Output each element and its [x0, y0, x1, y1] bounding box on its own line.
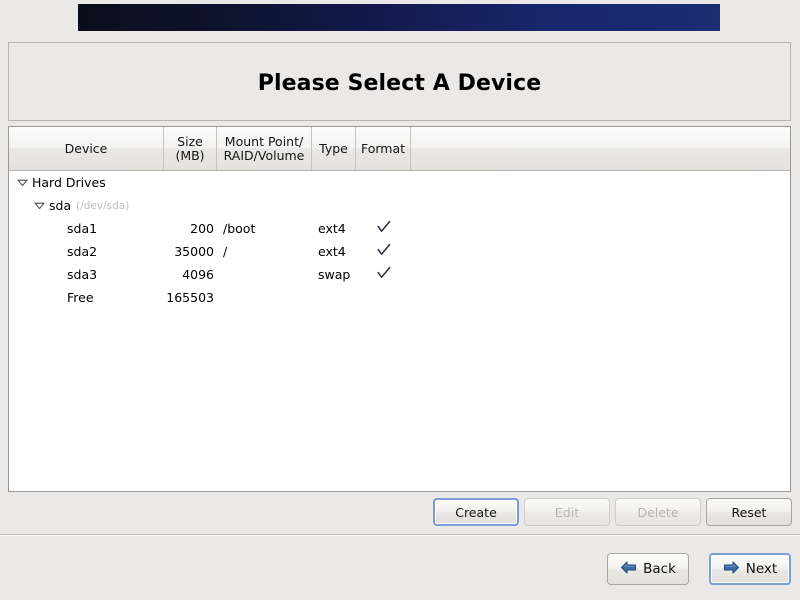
table-row[interactable]: sda (/dev/sda) — [9, 194, 790, 217]
column-header-mount-point[interactable]: Mount Point/ RAID/Volume — [217, 127, 312, 170]
cell-size: 200 — [190, 221, 214, 236]
column-header-format-label: Format — [360, 140, 406, 156]
next-button[interactable]: Next — [709, 553, 791, 585]
cell-mount-point: /boot — [223, 221, 256, 236]
delete-button: Delete — [615, 498, 701, 526]
arrow-left-icon — [620, 560, 637, 579]
table-row[interactable]: sda3 4096 swap — [9, 263, 790, 286]
next-button-label: Next — [745, 561, 778, 577]
wizard-navigation-bar: Back Next — [0, 553, 800, 587]
chevron-down-icon[interactable] — [16, 176, 29, 189]
cell-device: Free — [9, 290, 164, 305]
device-name: Free — [67, 290, 94, 305]
column-header-mount-line2: RAID/Volume — [223, 147, 305, 163]
back-button-label: Back — [643, 561, 676, 577]
column-header-size-line1: Size — [177, 133, 203, 149]
cell-type: ext4 — [318, 244, 346, 259]
column-header-device[interactable]: Device — [9, 127, 164, 170]
banner-area — [0, 0, 800, 34]
table-row[interactable]: Hard Drives — [9, 171, 790, 194]
installer-banner-graphic — [78, 4, 720, 31]
cell-size: 165503 — [166, 290, 214, 305]
cell-type: ext4 — [318, 221, 346, 236]
cell-device: sda1 — [9, 221, 164, 236]
partition-action-bar: Create Edit Delete Reset — [0, 498, 800, 528]
device-tree-panel[interactable]: Device Size (MB) Mount Point/ RAID/Volum… — [8, 126, 791, 492]
chevron-down-icon[interactable] — [33, 199, 46, 212]
device-tree-header: Device Size (MB) Mount Point/ RAID/Volum… — [9, 127, 790, 171]
checkmark-icon — [376, 219, 392, 238]
column-header-mount-line1: Mount Point/ — [224, 133, 304, 149]
title-panel: Please Select A Device — [8, 42, 791, 121]
table-row[interactable]: sda2 35000 / ext4 — [9, 240, 790, 263]
column-header-device-label: Device — [64, 140, 108, 156]
cell-type: swap — [318, 267, 351, 282]
device-path: (/dev/sda) — [76, 199, 130, 212]
column-header-format[interactable]: Format — [356, 127, 411, 170]
page-title: Please Select A Device — [257, 71, 542, 96]
table-row[interactable]: sda1 200/boot ext4 — [9, 217, 790, 240]
cell-device: Hard Drives — [9, 175, 164, 190]
device-name: Hard Drives — [32, 175, 106, 190]
column-header-size-label: Size (MB) — [175, 133, 205, 163]
column-header-type[interactable]: Type — [312, 127, 356, 170]
column-header-type-label: Type — [319, 140, 348, 156]
edit-button: Edit — [524, 498, 610, 526]
create-button[interactable]: Create — [433, 498, 519, 526]
table-row[interactable]: Free 165503 — [9, 286, 790, 309]
device-tree-body[interactable]: Hard Drives sda (/dev/sda) sda1 200/boot ext4… — [9, 171, 790, 309]
column-header-mount-point-label: Mount Point/ RAID/Volume — [223, 133, 305, 163]
cell-device: sda2 — [9, 244, 164, 259]
back-button[interactable]: Back — [607, 553, 689, 585]
column-header-size[interactable]: Size (MB) — [164, 127, 217, 170]
cell-size: 4096 — [182, 267, 214, 282]
column-header-size-line2: (MB) — [175, 147, 205, 163]
checkmark-icon — [376, 242, 392, 261]
column-header-filler — [411, 127, 790, 170]
footer-separator — [0, 534, 800, 536]
reset-button[interactable]: Reset — [706, 498, 792, 526]
cell-format — [356, 265, 411, 284]
device-name: sda — [49, 198, 72, 213]
cell-size: 35000 — [174, 244, 214, 259]
cell-device: sda3 — [9, 267, 164, 282]
device-name: sda3 — [67, 267, 98, 282]
arrow-right-icon — [723, 560, 740, 579]
cell-device: sda (/dev/sda) — [9, 198, 164, 213]
cell-format — [356, 242, 411, 261]
cell-mount-point: / — [223, 244, 228, 259]
checkmark-icon — [376, 265, 392, 284]
device-name: sda1 — [67, 221, 98, 236]
device-name: sda2 — [67, 244, 98, 259]
cell-format — [356, 219, 411, 238]
